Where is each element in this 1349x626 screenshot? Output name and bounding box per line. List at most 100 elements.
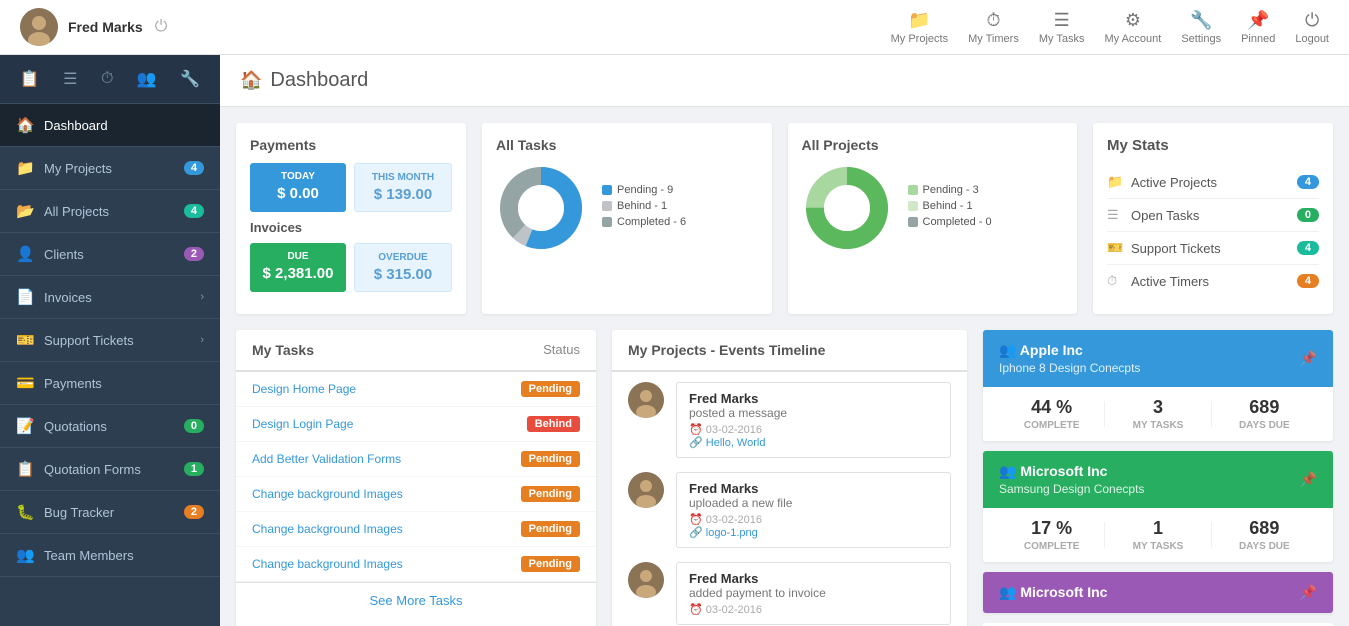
sidebar-item-support[interactable]: 🎫 Support Tickets › <box>0 319 220 362</box>
timeline-avatar-3 <box>628 562 664 598</box>
sidebar-item-invoices[interactable]: 📄 Invoices › <box>0 276 220 319</box>
proj-legend-behind: Behind - 1 <box>908 200 992 212</box>
top-stats-row: Payments TODAY $ 0.00 THIS MONTH $ 139.0… <box>220 107 1349 330</box>
open-tasks-badge: 0 <box>1297 208 1319 222</box>
stat-open-tasks: ☰ Open Tasks 0 <box>1107 199 1319 232</box>
sidebar-icon-tasks[interactable]: 📋 <box>16 65 44 93</box>
nav-pinned[interactable]: 📌 Pinned <box>1241 10 1275 45</box>
legend-behind: Behind - 1 <box>602 200 686 212</box>
timeline-action-1: posted a message <box>689 406 938 420</box>
list-item: Fred Marks added payment to invoice ⏰03-… <box>628 562 951 625</box>
sidebar-item-all-projects[interactable]: 📂 All Projects 4 <box>0 190 220 233</box>
task-name-5[interactable]: Change background Images <box>252 522 521 536</box>
projects-panel: 👥 Apple Inc Iphone 8 Design Conecpts 📌 4… <box>983 330 1333 626</box>
proj-days-ms1: 689 DAYS DUE <box>1212 518 1317 552</box>
sidebar-icon-org[interactable]: 👥 <box>133 65 161 93</box>
sidebar-item-quotations[interactable]: 📝 Quotations 0 <box>0 405 220 448</box>
nav-my-account[interactable]: ⚙ My Account <box>1104 10 1161 45</box>
sidebar-label-invoices: Invoices <box>44 290 200 305</box>
timeline-link-2[interactable]: 🔗 logo-1.png <box>689 526 938 539</box>
task-name-4[interactable]: Change background Images <box>252 487 521 501</box>
list-item: Fred Marks uploaded a new file ⏰03-02-20… <box>628 472 951 548</box>
sidebar-label-team-members: Team Members <box>44 548 204 563</box>
sidebar-label-quotation-forms: Quotation Forms <box>44 462 184 477</box>
sidebar-item-dashboard[interactable]: 🏠 Dashboard <box>0 104 220 147</box>
support-arrow-icon: › <box>200 334 204 346</box>
project-card-microsoft-2: 👥 Microsoft Inc 📌 <box>983 572 1333 613</box>
pin-icon-ms1[interactable]: 📌 <box>1300 471 1317 488</box>
all-projects-icon: 📂 <box>16 202 34 220</box>
table-row: Change background Images Pending <box>236 512 596 547</box>
nav-settings[interactable]: 🔧 Settings <box>1181 10 1221 45</box>
dashboard-icon: 🏠 <box>16 116 34 134</box>
layout: 📋 ☰ ⏱ 👥 🔧 🏠 Dashboard 📁 My Projects 4 📂 … <box>0 55 1349 626</box>
sidebar-icon-list[interactable]: ☰ <box>59 65 81 93</box>
tasks-panel-header: My Tasks Status <box>236 330 596 372</box>
power-icon[interactable]: ⏻ <box>155 18 168 36</box>
task-name-3[interactable]: Add Better Validation Forms <box>252 452 521 466</box>
task-name-2[interactable]: Design Login Page <box>252 417 527 431</box>
account-icon: ⚙ <box>1125 10 1141 31</box>
team-icon: 👥 <box>16 546 34 564</box>
payments-section: Payments TODAY $ 0.00 THIS MONTH $ 139.0… <box>236 123 466 314</box>
projects-donut <box>802 163 892 253</box>
task-badge-2: Behind <box>527 416 580 432</box>
sidebar-badge-my-projects: 4 <box>184 161 204 175</box>
sidebar-icon-timer[interactable]: ⏱ <box>97 66 117 92</box>
table-row: Add Better Validation Forms Pending <box>236 442 596 477</box>
sidebar-item-my-projects[interactable]: 📁 My Projects 4 <box>0 147 220 190</box>
pin-icon-apple[interactable]: 📌 <box>1300 350 1317 367</box>
active-projects-icon: 📁 <box>1107 174 1123 190</box>
this-month-box: THIS MONTH $ 139.00 <box>354 163 452 212</box>
sidebar-item-payments[interactable]: 💳 Payments <box>0 362 220 405</box>
my-stats-card: My Stats 📁 Active Projects 4 ☰ Open Task… <box>1093 123 1333 314</box>
timeline-title: My Projects - Events Timeline <box>628 342 951 358</box>
sidebar-label-bug-tracker: Bug Tracker <box>44 505 184 520</box>
proj-dot-behind <box>908 201 918 211</box>
sidebar-item-bug-tracker[interactable]: 🐛 Bug Tracker 2 <box>0 491 220 534</box>
timeline-action-3: added payment to invoice <box>689 586 938 600</box>
timeline-content-2: Fred Marks uploaded a new file ⏰03-02-20… <box>676 472 951 548</box>
nav-my-timers[interactable]: ⏱ My Timers <box>968 10 1019 45</box>
sidebar-icon-wrench[interactable]: 🔧 <box>176 65 204 93</box>
project-sub-apple: Iphone 8 Design Conecpts <box>999 361 1140 375</box>
all-projects-chart: All Projects Pending - 3 <box>788 123 1078 314</box>
proj-complete-apple: 44 % COMPLETE <box>999 397 1104 431</box>
support-tickets-icon: 🎫 <box>1107 240 1123 256</box>
legend-dot-completed <box>602 217 612 227</box>
list-item: Fred Marks posted a message ⏰03-02-2016 … <box>628 382 951 458</box>
nav-my-tasks[interactable]: ☰ My Tasks <box>1039 10 1085 45</box>
timeline-content-1: Fred Marks posted a message ⏰03-02-2016 … <box>676 382 951 458</box>
proj-legend-completed: Completed - 0 <box>908 216 992 228</box>
timeline-name-3: Fred Marks <box>689 571 938 586</box>
project-info-ms2: 👥 Microsoft Inc <box>999 584 1107 601</box>
timeline-link-1[interactable]: 🔗 Hello, World <box>689 436 938 449</box>
page-header: 🏠 Dashboard <box>220 55 1349 107</box>
project-name-ms2: 👥 Microsoft Inc <box>999 584 1107 601</box>
pinned-icon: 📌 <box>1247 10 1269 31</box>
sidebar-item-clients[interactable]: 👤 Clients 2 <box>0 233 220 276</box>
sidebar-item-quotation-forms[interactable]: 📋 Quotation Forms 1 <box>0 448 220 491</box>
proj-days-apple: 689 DAYS DUE <box>1212 397 1317 431</box>
sidebar-item-team-members[interactable]: 👥 Team Members <box>0 534 220 577</box>
all-projects-title: All Projects <box>802 137 1064 153</box>
pin-icon-ms2[interactable]: 📌 <box>1300 584 1317 601</box>
open-tasks-label: Open Tasks <box>1131 208 1297 223</box>
task-name-1[interactable]: Design Home Page <box>252 382 521 396</box>
nav-my-projects[interactable]: 📁 My Projects <box>891 10 948 45</box>
timeline-avatar-1 <box>628 382 664 418</box>
project-info-apple: 👥 Apple Inc Iphone 8 Design Conecpts <box>999 342 1140 375</box>
payments-icon: 💳 <box>16 374 34 392</box>
table-row: Design Home Page Pending <box>236 372 596 407</box>
proj-legend-pending: Pending - 3 <box>908 184 992 196</box>
logout-icon: ⏻ <box>1305 10 1319 31</box>
nav-logout[interactable]: ⏻ Logout <box>1295 10 1329 45</box>
sidebar-label-quotations: Quotations <box>44 419 184 434</box>
support-icon: 🎫 <box>16 331 34 349</box>
see-more-tasks[interactable]: See More Tasks <box>236 582 596 618</box>
task-name-6[interactable]: Change background Images <box>252 557 521 571</box>
my-stats-title: My Stats <box>1107 137 1319 154</box>
legend-dot-pending <box>602 185 612 195</box>
tasks-donut <box>496 163 586 253</box>
sidebar-badge-quotations: 0 <box>184 419 204 433</box>
